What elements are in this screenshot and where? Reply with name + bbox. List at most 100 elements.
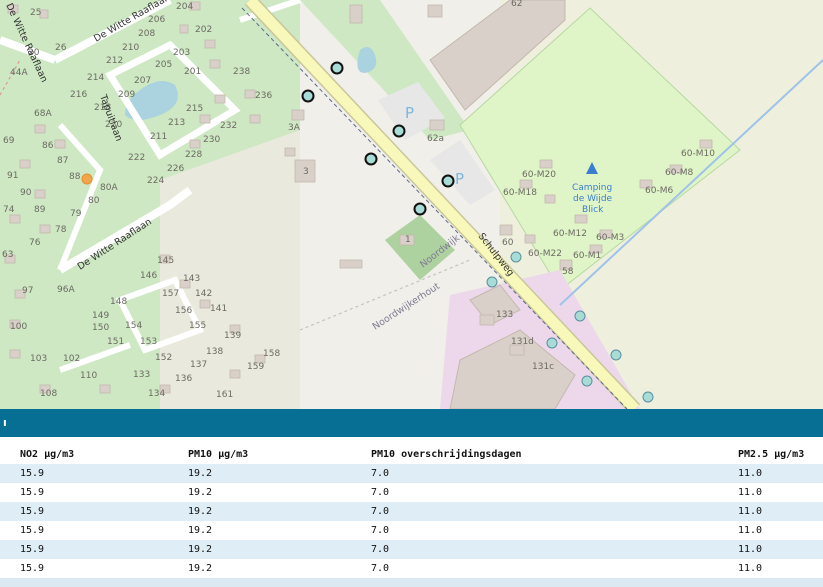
column-header-pm10-days[interactable]: PM10 overschrijdingsdagen bbox=[371, 437, 738, 464]
house-number: 149 bbox=[92, 311, 109, 321]
parking-icon: P bbox=[405, 104, 414, 122]
house-number: 91 bbox=[7, 171, 18, 181]
cell-pm10-days: 7.0 bbox=[371, 464, 738, 483]
measurement-point-marker[interactable] bbox=[510, 251, 522, 263]
house-number: 69 bbox=[3, 136, 15, 146]
house-number: 97 bbox=[22, 286, 33, 296]
house-number: 74 bbox=[3, 205, 15, 215]
house-number: 138 bbox=[206, 347, 223, 357]
measurement-point-marker[interactable] bbox=[364, 152, 378, 166]
cell-pm10-days: 7.0 bbox=[371, 540, 738, 559]
house-number: 62a bbox=[427, 134, 444, 144]
house-number: 215 bbox=[186, 104, 203, 114]
house-number: 201 bbox=[184, 67, 201, 77]
cell-no2: 15.9 bbox=[0, 540, 188, 559]
house-number: 102 bbox=[63, 354, 80, 364]
house-number: 148 bbox=[110, 297, 127, 307]
map-canvas[interactable]: 204 206 202 210 208 203 212 205 214 207 … bbox=[0, 0, 823, 409]
table-row[interactable]: 15.9 19.2 7.0 11.0 bbox=[0, 521, 823, 540]
house-number: 60-M3 bbox=[596, 233, 624, 243]
house-number: 131c bbox=[532, 362, 554, 372]
house-number: 62 bbox=[511, 0, 522, 9]
house-number: 202 bbox=[195, 25, 212, 35]
measurement-point-marker[interactable] bbox=[581, 375, 593, 387]
house-number: 80 bbox=[88, 196, 100, 206]
house-number: 209 bbox=[118, 90, 135, 100]
cell-pm10-days: 7.0 bbox=[371, 521, 738, 540]
house-number: 108 bbox=[40, 389, 57, 399]
house-number: 153 bbox=[140, 337, 157, 347]
location-marker[interactable] bbox=[81, 173, 93, 185]
house-number: 207 bbox=[134, 76, 151, 86]
house-number: 60-M22 bbox=[528, 249, 562, 259]
table-row[interactable]: 15.9 19.2 7.0 11.0 bbox=[0, 483, 823, 502]
measurement-point-marker[interactable] bbox=[642, 391, 654, 403]
measurement-point-marker[interactable] bbox=[413, 202, 427, 216]
house-number: 80A bbox=[100, 183, 118, 193]
house-number: 208 bbox=[138, 29, 155, 39]
house-number: 142 bbox=[195, 289, 212, 299]
house-number: 133 bbox=[133, 370, 150, 380]
house-number: 60-M18 bbox=[503, 188, 537, 198]
house-number: 44A bbox=[10, 68, 28, 78]
parking-icon: P bbox=[455, 170, 464, 188]
measurement-point-marker[interactable] bbox=[441, 174, 455, 188]
house-number: 79 bbox=[70, 209, 82, 219]
map-view[interactable]: 204 206 202 210 208 203 212 205 214 207 … bbox=[0, 0, 823, 409]
table-row[interactable]: 15.9 19.2 7.0 11.0 bbox=[0, 502, 823, 521]
house-number: 60-M8 bbox=[665, 168, 693, 178]
cell-pm10: 19.2 bbox=[188, 502, 371, 521]
house-number: 145 bbox=[157, 256, 174, 266]
cell-pm25: 11.0 bbox=[738, 521, 823, 540]
column-header-pm25[interactable]: PM2.5 µg/m3 bbox=[738, 437, 823, 464]
measurement-point-marker[interactable] bbox=[486, 276, 498, 288]
house-number: 157 bbox=[162, 289, 179, 299]
house-number: 224 bbox=[147, 176, 164, 186]
house-number: 25 bbox=[30, 8, 41, 18]
column-header-pm10[interactable]: PM10 µg/m3 bbox=[188, 437, 371, 464]
house-number: 222 bbox=[128, 153, 145, 163]
measurement-point-marker[interactable] bbox=[610, 349, 622, 361]
house-number: 141 bbox=[210, 304, 227, 314]
table-row[interactable]: 15.9 19.2 7.0 11.0 bbox=[0, 540, 823, 559]
house-number: 143 bbox=[183, 274, 200, 284]
house-number: 211 bbox=[150, 132, 167, 142]
results-table-container: NO2 µg/m3 PM10 µg/m3 PM10 overschrijding… bbox=[0, 437, 823, 587]
house-number: 158 bbox=[263, 349, 280, 359]
measurement-point-marker[interactable] bbox=[546, 337, 558, 349]
table-row[interactable]: 15.9 19.2 7.0 11.0 bbox=[0, 559, 823, 578]
cell-pm25: 11.0 bbox=[738, 464, 823, 483]
panel-title: ı bbox=[3, 416, 7, 429]
house-number: 60-M12 bbox=[553, 229, 587, 239]
measurement-point-marker[interactable] bbox=[330, 61, 344, 75]
house-number: 131d bbox=[511, 337, 534, 347]
table-header-row: NO2 µg/m3 PM10 µg/m3 PM10 overschrijding… bbox=[0, 437, 823, 464]
cell-no2: 15.9 bbox=[0, 521, 188, 540]
measurement-point-marker[interactable] bbox=[392, 124, 406, 138]
poi-camping-line2: de Wijde bbox=[573, 194, 613, 204]
measurement-point-marker[interactable] bbox=[301, 89, 315, 103]
house-number: 58 bbox=[562, 267, 574, 277]
house-number: 103 bbox=[30, 354, 47, 364]
table-row[interactable]: 15.9 19.2 7.0 11.0 bbox=[0, 464, 823, 483]
house-number: 203 bbox=[173, 48, 190, 58]
house-number: 3 bbox=[303, 167, 309, 177]
cell-pm25: 11.0 bbox=[738, 540, 823, 559]
house-number: 3A bbox=[288, 123, 301, 133]
house-number: 86 bbox=[42, 141, 54, 151]
column-header-no2[interactable]: NO2 µg/m3 bbox=[0, 437, 188, 464]
house-number: 161 bbox=[216, 390, 233, 400]
house-number: 87 bbox=[57, 156, 68, 166]
cell-no2: 15.9 bbox=[0, 559, 188, 578]
house-number: 156 bbox=[175, 306, 192, 316]
cell-pm10: 19.2 bbox=[188, 540, 371, 559]
house-number: 205 bbox=[155, 60, 172, 70]
cell-pm10-days: 7.0 bbox=[371, 502, 738, 521]
measurement-point-marker[interactable] bbox=[574, 310, 586, 322]
cell-pm25: 11.0 bbox=[738, 559, 823, 578]
house-number: 226 bbox=[167, 164, 184, 174]
house-number: 228 bbox=[185, 150, 202, 160]
house-number: 60-M1 bbox=[573, 251, 601, 261]
house-number: 100 bbox=[10, 322, 27, 332]
house-number: 232 bbox=[220, 121, 237, 131]
